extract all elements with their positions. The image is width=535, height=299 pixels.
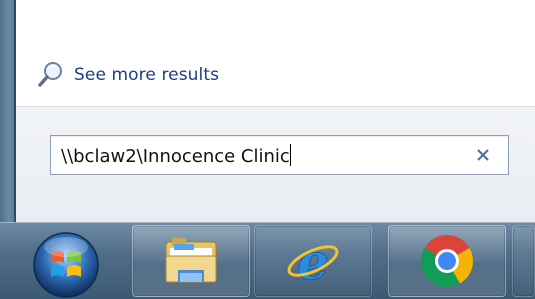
close-icon[interactable] — [474, 146, 492, 164]
taskbar-next-button[interactable] — [512, 225, 535, 297]
internet-explorer-icon: e — [287, 232, 339, 291]
search-input-text: \\bclaw2\Innocence Clinic — [61, 144, 291, 167]
start-button[interactable] — [20, 225, 106, 299]
text-caret — [289, 144, 291, 166]
windows-explorer-icon — [165, 238, 217, 283]
taskbar-explorer-button[interactable] — [132, 225, 250, 297]
taskbar: e — [0, 222, 535, 299]
see-more-results-label: See more results — [74, 65, 220, 85]
see-more-results-link[interactable]: See more results — [36, 60, 219, 90]
search-input[interactable]: \\bclaw2\Innocence Clinic — [50, 135, 509, 175]
start-menu-search-area: \\bclaw2\Innocence Clinic — [16, 106, 535, 223]
window-frame — [0, 0, 16, 222]
search-icon — [36, 60, 70, 90]
chrome-icon — [421, 235, 473, 287]
taskbar-chrome-button[interactable] — [388, 225, 506, 297]
windows-start-orb-icon — [33, 232, 99, 298]
start-menu-results-panel: See more results — [16, 0, 535, 106]
svg-text:e: e — [297, 232, 329, 291]
taskbar-internet-explorer-button[interactable]: e — [254, 225, 372, 297]
